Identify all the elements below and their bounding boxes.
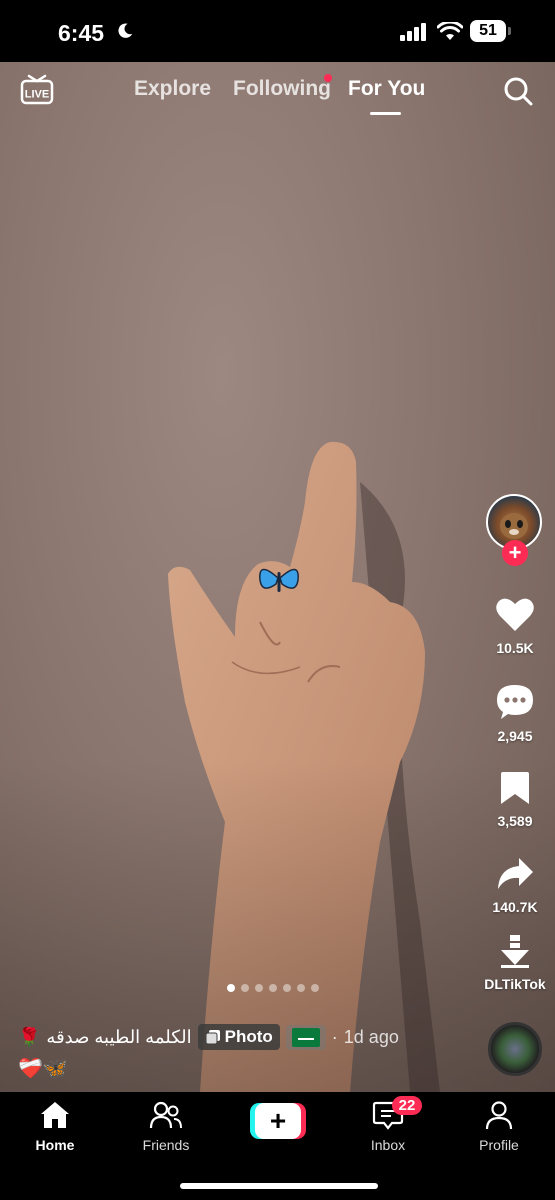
like-button[interactable]: 10.5K — [480, 597, 550, 656]
like-count: 10.5K — [496, 640, 534, 656]
live-icon[interactable]: LIVE — [20, 72, 54, 106]
carousel-dot — [311, 984, 319, 992]
nav-inbox-label: Inbox — [370, 1137, 406, 1153]
heart-icon — [496, 598, 534, 631]
follow-button[interactable]: + — [502, 540, 528, 566]
nav-home[interactable]: Home — [10, 1100, 100, 1153]
home-icon — [41, 1102, 69, 1128]
carousel-dot — [269, 984, 277, 992]
moon-icon — [118, 23, 133, 38]
rose-emoji: 🌹 — [18, 1026, 41, 1047]
status-bar: 6:45 51 — [0, 0, 555, 62]
following-notification-dot — [324, 74, 332, 82]
profile-icon — [485, 1101, 513, 1130]
saudi-flag-icon — [291, 1027, 320, 1047]
comment-button[interactable]: 2,945 — [480, 683, 550, 744]
signal-icon — [400, 23, 426, 41]
create-button[interactable]: + — [250, 1103, 306, 1139]
carousel-dot — [241, 984, 249, 992]
share-button[interactable]: 140.7K — [480, 856, 550, 915]
status-time: 6:45 — [58, 20, 105, 46]
post-photo[interactable] — [0, 62, 555, 1092]
nav-home-label: Home — [35, 1137, 75, 1153]
carousel-dot — [297, 984, 305, 992]
nav-friends-label: Friends — [142, 1137, 190, 1153]
carousel-dot — [227, 984, 235, 992]
wifi-icon — [437, 22, 463, 40]
music-disc[interactable] — [488, 1022, 542, 1076]
home-indicator — [180, 1183, 378, 1189]
search-icon[interactable] — [503, 76, 533, 106]
caption-emoji-line: ❤️‍🩹🦋 — [18, 1058, 68, 1080]
inbox-badge: 22 — [392, 1096, 422, 1115]
post-time: 1d ago — [343, 1026, 399, 1047]
comment-count: 2,945 — [497, 728, 533, 744]
battery-nub — [508, 27, 511, 35]
post-caption-row: 🌹 الكلمه الطيبه صدقه Photo · 1d ago — [18, 1022, 399, 1052]
battery-level: 51 — [479, 22, 497, 39]
download-button[interactable]: DLTikTok — [480, 933, 550, 992]
post-time-separator: · — [331, 1026, 338, 1047]
nav-friends[interactable]: Friends — [121, 1100, 211, 1153]
live-label: LIVE — [25, 89, 49, 101]
photo-chip[interactable]: Photo — [197, 1024, 280, 1050]
nav-profile-label: Profile — [479, 1137, 519, 1153]
tab-following[interactable]: Following — [233, 77, 331, 101]
photo-chip-label: Photo — [224, 1027, 273, 1046]
bookmark-icon — [501, 772, 529, 804]
battery-indicator: 51 — [470, 20, 506, 42]
carousel-dot — [283, 984, 291, 992]
tab-explore[interactable]: Explore — [134, 77, 211, 101]
carousel-dot — [255, 984, 263, 992]
tab-for-you[interactable]: For You — [348, 77, 425, 101]
carousel-indicator — [227, 984, 319, 994]
nav-profile[interactable]: Profile — [454, 1100, 544, 1153]
post-caption[interactable]: الكلمه الطيبه صدقه — [46, 1027, 191, 1048]
save-button[interactable]: 3,589 — [480, 770, 550, 829]
photo-stack-icon — [205, 1030, 220, 1045]
plus-icon: + — [255, 1103, 301, 1139]
flag-chip[interactable] — [285, 1024, 326, 1050]
share-count: 140.7K — [492, 899, 538, 915]
friends-icon — [149, 1101, 182, 1129]
share-arrow-icon — [498, 858, 533, 889]
save-count: 3,589 — [497, 813, 533, 829]
active-tab-indicator — [370, 112, 401, 115]
comment-icon — [497, 685, 533, 719]
download-label: DLTikTok — [484, 976, 546, 992]
download-icon — [501, 935, 529, 968]
